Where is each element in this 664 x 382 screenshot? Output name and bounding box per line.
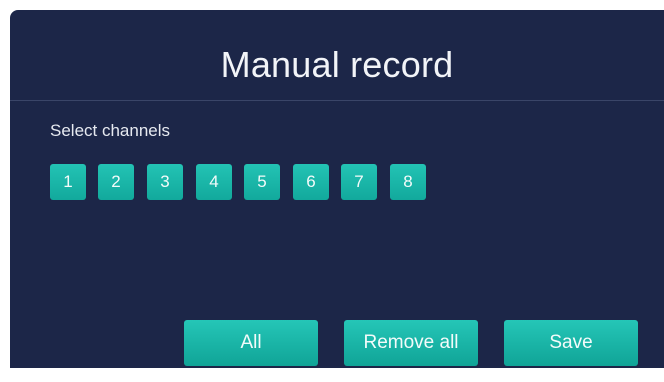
dialog-title: Manual record (220, 44, 454, 85)
channel-4-button[interactable]: 4 (196, 164, 232, 200)
remove-all-button[interactable]: Remove all (344, 320, 478, 366)
channel-8-button[interactable]: 8 (390, 164, 426, 200)
channel-6-button[interactable]: 6 (293, 164, 329, 200)
channel-5-button[interactable]: 5 (244, 164, 280, 200)
channel-7-button[interactable]: 7 (341, 164, 377, 200)
channel-3-button[interactable]: 3 (147, 164, 183, 200)
channel-1-button[interactable]: 1 (50, 164, 86, 200)
save-button[interactable]: Save (504, 320, 638, 366)
select-channels-label: Select channels (50, 121, 171, 140)
channel-2-button[interactable]: 2 (98, 164, 134, 200)
manual-record-dialog: Manual record Select channels 1 2 3 4 5 … (10, 10, 664, 368)
title-divider (10, 100, 664, 101)
all-button[interactable]: All (184, 320, 318, 366)
